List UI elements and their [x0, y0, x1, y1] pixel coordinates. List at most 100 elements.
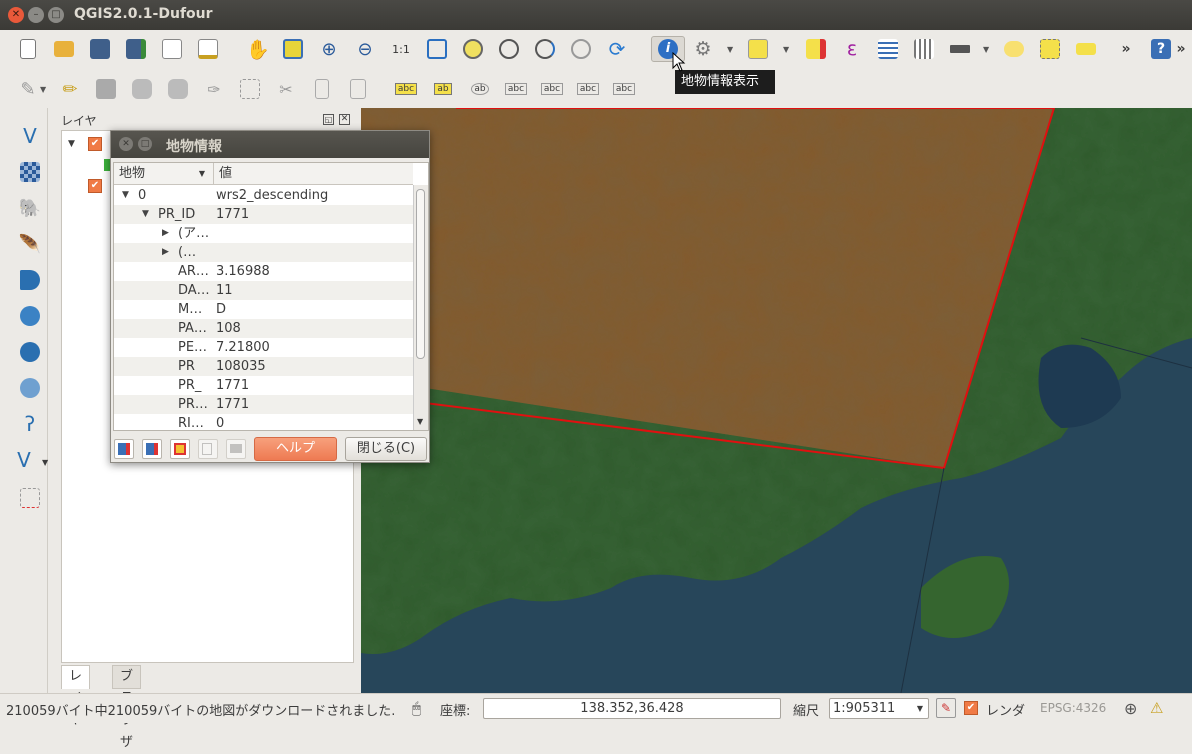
add-feature-icon[interactable] — [129, 76, 155, 102]
rotate-label-icon[interactable]: abc — [539, 76, 565, 102]
select-features-icon[interactable] — [745, 36, 771, 62]
add-spatialite-layer-icon[interactable]: 🪶 — [16, 230, 44, 258]
toolbar-overflow-icon[interactable]: » — [1113, 36, 1139, 62]
maximize-window-icon[interactable]: □ — [48, 7, 64, 23]
select-dropdown-icon[interactable]: ▼ — [783, 45, 789, 54]
tab-browser[interactable]: ブラウザ — [112, 665, 142, 750]
attribute-table-icon[interactable] — [875, 36, 901, 62]
tab-layers[interactable]: レイヤ — [61, 665, 91, 728]
pin-labels-icon[interactable]: ab — [430, 76, 456, 102]
add-delimited-text-layer-icon[interactable]: ʔ — [16, 410, 44, 438]
tree-row[interactable]: PA… 108 — [114, 319, 413, 338]
collapse-icon[interactable]: ▼ — [142, 205, 149, 224]
crs-status[interactable]: EPSG:4326 — [1040, 701, 1106, 715]
scale-dropdown-icon[interactable]: ▼ — [917, 699, 923, 718]
add-postgis-layer-icon[interactable]: 🐘 — [16, 194, 44, 222]
add-wms-layer-icon[interactable] — [16, 302, 44, 330]
new-shapefile-layer-icon[interactable]: V — [10, 446, 38, 474]
tree-row[interactable]: DA… 11 — [114, 281, 413, 300]
expand-all-icon[interactable] — [114, 439, 134, 459]
open-project-icon[interactable] — [51, 36, 77, 62]
scale-combobox[interactable]: 1:905311 ▼ — [829, 698, 929, 719]
current-edits-dropdown-icon[interactable]: ▼ — [40, 85, 46, 94]
tree-row[interactable]: RI… 0 — [114, 414, 413, 430]
coordinate-toggle-icon[interactable]: 🖱 — [412, 699, 421, 717]
column-header-value[interactable]: 値 — [214, 163, 413, 185]
dialog-maximize-icon[interactable]: □ — [138, 137, 152, 151]
pan-hand-icon[interactable]: ✋ — [245, 36, 271, 62]
save-edits-icon[interactable] — [93, 76, 119, 102]
close-window-icon[interactable]: ✕ — [8, 7, 24, 23]
pan-to-selection-icon[interactable] — [280, 36, 306, 62]
zoom-last-icon[interactable] — [532, 36, 558, 62]
column-header-feature[interactable]: 地物 ▼ — [114, 163, 214, 185]
field-calculator-icon[interactable]: ε — [839, 36, 865, 62]
expand-icon[interactable]: ▶ — [162, 243, 169, 262]
zoom-to-selection-icon[interactable] — [460, 36, 486, 62]
composer-manager-icon[interactable] — [195, 36, 221, 62]
highlight-feature-icon[interactable] — [170, 439, 190, 459]
expand-group-icon[interactable]: ▼ — [68, 139, 75, 149]
coordinate-field[interactable]: 138.352,36.428 — [483, 698, 781, 719]
vertical-scrollbar[interactable]: ▼ — [413, 185, 428, 430]
statistics-icon[interactable] — [911, 36, 937, 62]
zoom-out-icon[interactable]: ⊖ — [352, 36, 378, 62]
run-action-icon[interactable]: ⚙ — [690, 36, 716, 62]
map-tips-icon[interactable] — [1001, 36, 1027, 62]
save-project-icon[interactable] — [87, 36, 113, 62]
tree-row[interactable]: ▼ PR_ID 1771 — [114, 205, 413, 224]
save-as-icon[interactable] — [123, 36, 149, 62]
refresh-icon[interactable]: ⟳ — [604, 36, 630, 62]
measure-line-icon[interactable] — [947, 36, 973, 62]
zoom-native-icon[interactable]: 1:1 — [388, 36, 414, 62]
zoom-full-icon[interactable] — [424, 36, 450, 62]
new-print-composer-icon[interactable] — [159, 36, 185, 62]
tree-row[interactable]: PR… 1771 — [114, 395, 413, 414]
remove-layer-icon[interactable] — [16, 484, 44, 512]
change-label-icon[interactable]: abc — [575, 76, 601, 102]
tree-row[interactable]: PR_ 1771 — [114, 376, 413, 395]
close-panel-icon[interactable]: ✕ — [339, 114, 350, 125]
float-panel-icon[interactable]: ◱ — [323, 114, 334, 125]
show-hide-labels-icon[interactable]: ab — [467, 76, 493, 102]
toggle-editing-icon[interactable]: ✏ — [57, 76, 83, 102]
minimize-window-icon[interactable]: – — [28, 7, 44, 23]
cut-features-icon[interactable]: ✂ — [273, 76, 299, 102]
copy-feature-icon[interactable] — [198, 439, 218, 459]
messages-warning-icon[interactable]: ⚠ — [1150, 699, 1163, 717]
current-edits-icon[interactable]: ✎ — [15, 76, 41, 102]
close-dialog-button[interactable]: 閉じる(C) — [345, 437, 427, 461]
tree-row[interactable]: ▶ (ア… — [114, 224, 413, 243]
delete-selected-icon[interactable] — [237, 76, 263, 102]
projection-globe-icon[interactable]: ⊕ — [1124, 699, 1137, 718]
show-bookmarks-icon[interactable] — [1073, 36, 1099, 62]
deselect-all-icon[interactable] — [803, 36, 829, 62]
measure-dropdown-icon[interactable]: ▼ — [983, 45, 989, 54]
print-icon[interactable] — [226, 439, 246, 459]
new-layer-dropdown-icon[interactable]: ▼ — [42, 458, 48, 467]
paste-features-icon[interactable] — [345, 76, 371, 102]
add-raster-layer-icon[interactable] — [16, 158, 44, 186]
layer-labeling-icon[interactable]: abc — [393, 76, 419, 102]
tree-row[interactable]: PE… 7.21800 — [114, 338, 413, 357]
copy-features-icon[interactable] — [309, 76, 335, 102]
collapse-all-icon[interactable] — [142, 439, 162, 459]
label-properties-icon[interactable]: abc — [611, 76, 637, 102]
stop-render-icon[interactable]: ✎ — [936, 698, 956, 718]
tree-row[interactable]: ▼ 0 wrs2_descending — [114, 186, 413, 205]
run-action-dropdown-icon[interactable]: ▼ — [727, 45, 733, 54]
tree-row[interactable]: ▶ (… — [114, 243, 413, 262]
zoom-next-icon[interactable] — [568, 36, 594, 62]
scrollbar-thumb[interactable] — [416, 189, 425, 359]
render-checkbox[interactable]: ✔ — [964, 701, 978, 715]
move-label-icon[interactable]: abc — [503, 76, 529, 102]
map-canvas[interactable] — [361, 108, 1192, 693]
collapse-icon[interactable]: ▼ — [122, 186, 129, 205]
tree-row[interactable]: AR… 3.16988 — [114, 262, 413, 281]
zoom-in-icon[interactable]: ⊕ — [316, 36, 342, 62]
add-vector-layer-icon[interactable]: V — [16, 122, 44, 150]
zoom-to-layer-icon[interactable] — [496, 36, 522, 62]
expand-icon[interactable]: ▶ — [162, 224, 169, 243]
add-wcs-layer-icon[interactable] — [16, 338, 44, 366]
dialog-close-icon[interactable]: ✕ — [119, 137, 133, 151]
